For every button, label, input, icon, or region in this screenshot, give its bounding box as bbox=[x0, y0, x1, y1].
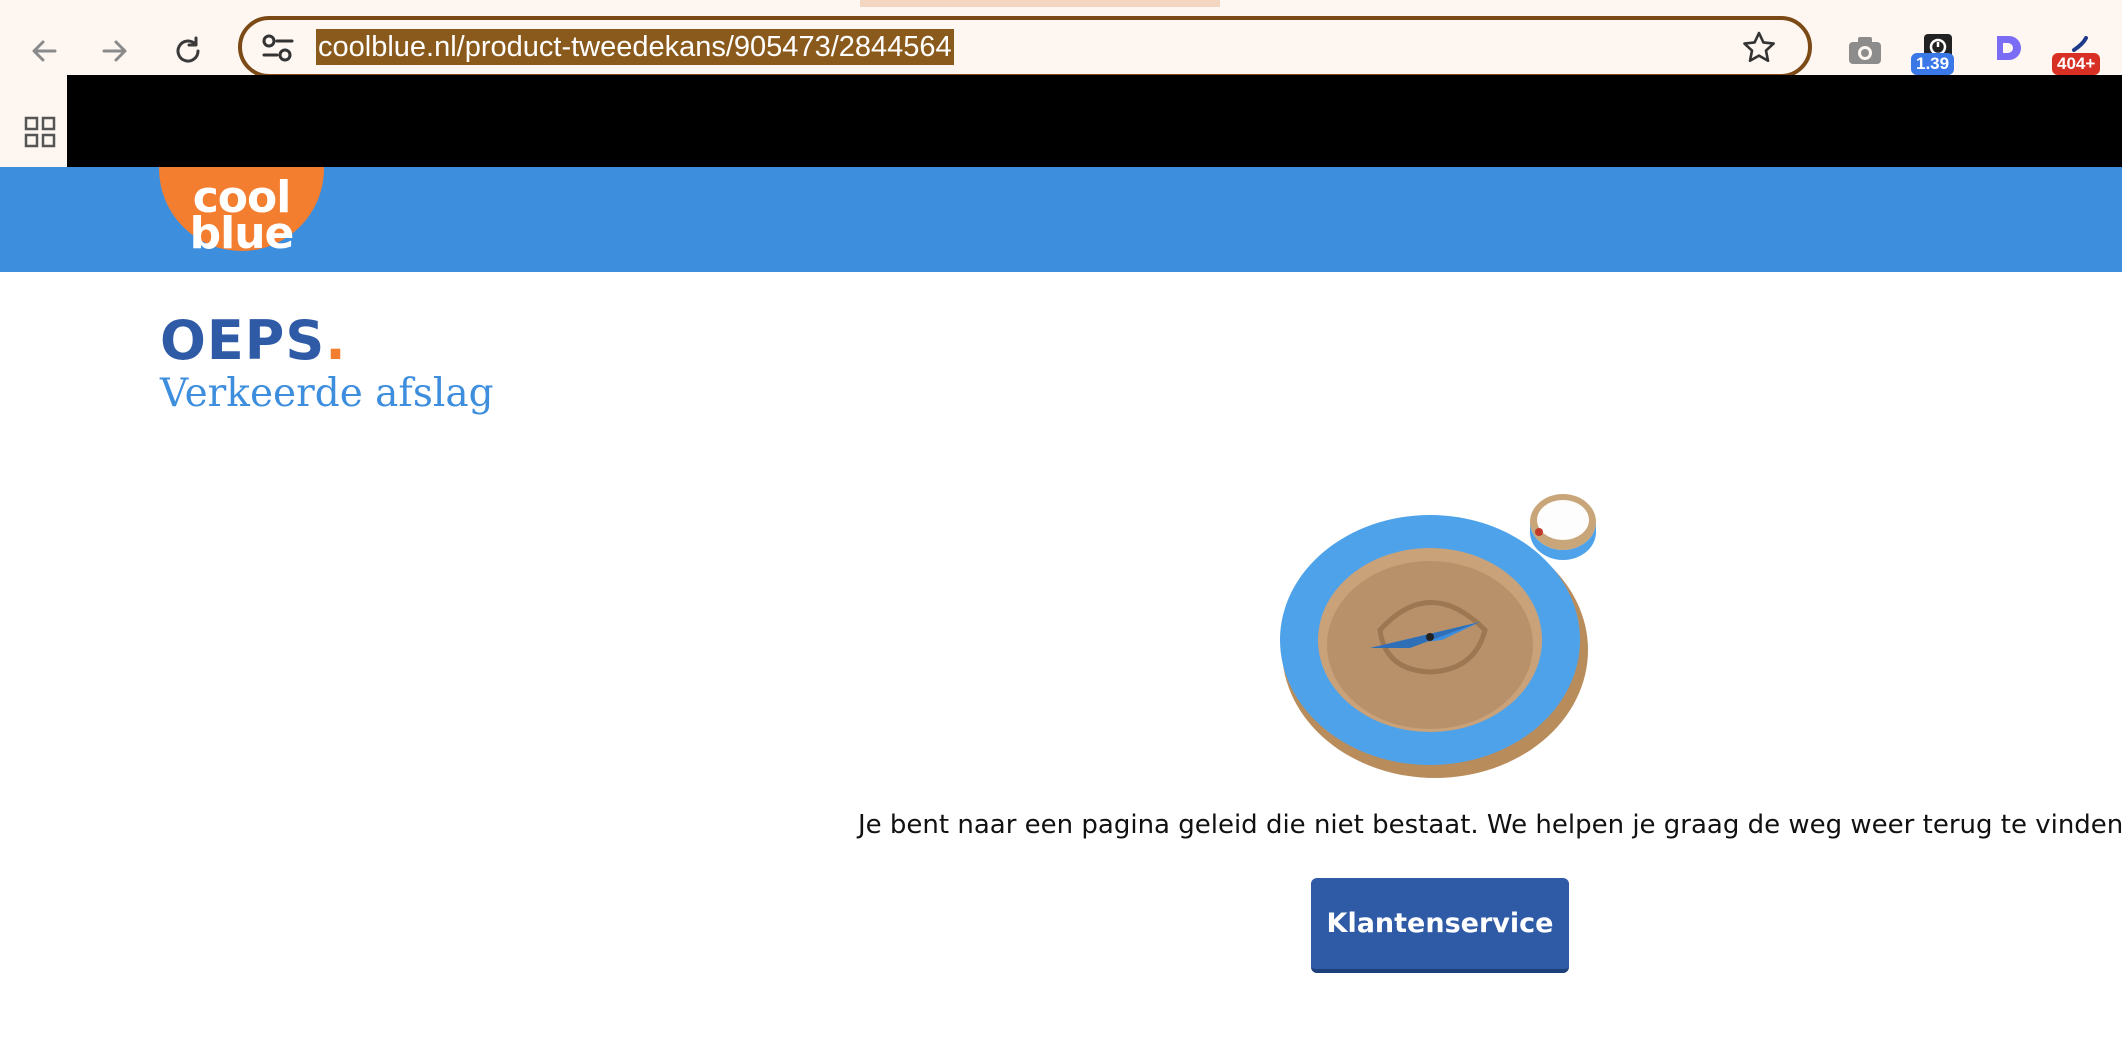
cardboard-compass-illustration bbox=[1280, 494, 1596, 778]
browser-tab-strip bbox=[0, 0, 2122, 7]
heading-dot: . bbox=[325, 309, 347, 372]
active-tab[interactable] bbox=[0, 0, 860, 7]
redacted-bookmarks bbox=[67, 75, 2122, 167]
d-extension-icon[interactable] bbox=[1988, 30, 2028, 70]
star-icon[interactable] bbox=[1740, 29, 1778, 67]
inactive-tab[interactable] bbox=[1220, 0, 2122, 7]
page-heading: OEPS. bbox=[160, 310, 347, 372]
url-text[interactable]: coolblue.nl/product-tweedekans/905473/28… bbox=[316, 29, 954, 65]
coolblue-logo[interactable]: cool blue bbox=[159, 167, 324, 259]
apps-grid-icon[interactable] bbox=[24, 116, 56, 148]
arrow-left-icon bbox=[32, 40, 57, 62]
logo-clip: cool blue bbox=[0, 167, 2122, 272]
timer-badge: 1.39 bbox=[1911, 53, 1955, 75]
heading-text: OEPS bbox=[160, 309, 326, 372]
forward-button[interactable] bbox=[95, 31, 135, 71]
back-button[interactable] bbox=[24, 31, 64, 71]
reload-icon bbox=[176, 36, 200, 63]
camera-icon[interactable] bbox=[1845, 30, 1885, 70]
customer-service-button[interactable]: Klantenservice bbox=[1311, 878, 1569, 973]
page-subtitle: Verkeerde afslag bbox=[160, 371, 494, 416]
tune-icon[interactable] bbox=[260, 33, 296, 63]
address-bar[interactable]: coolblue.nl/product-tweedekans/905473/28… bbox=[238, 16, 1812, 78]
reload-button[interactable] bbox=[168, 31, 208, 71]
logo-wordmark: cool blue bbox=[159, 176, 324, 259]
error-message: Je bent naar een pagina geleid die niet … bbox=[858, 810, 2122, 840]
error-badge: 404+ bbox=[2052, 53, 2101, 75]
arrow-right-icon bbox=[102, 40, 127, 62]
logo-line-2: blue bbox=[189, 208, 295, 259]
